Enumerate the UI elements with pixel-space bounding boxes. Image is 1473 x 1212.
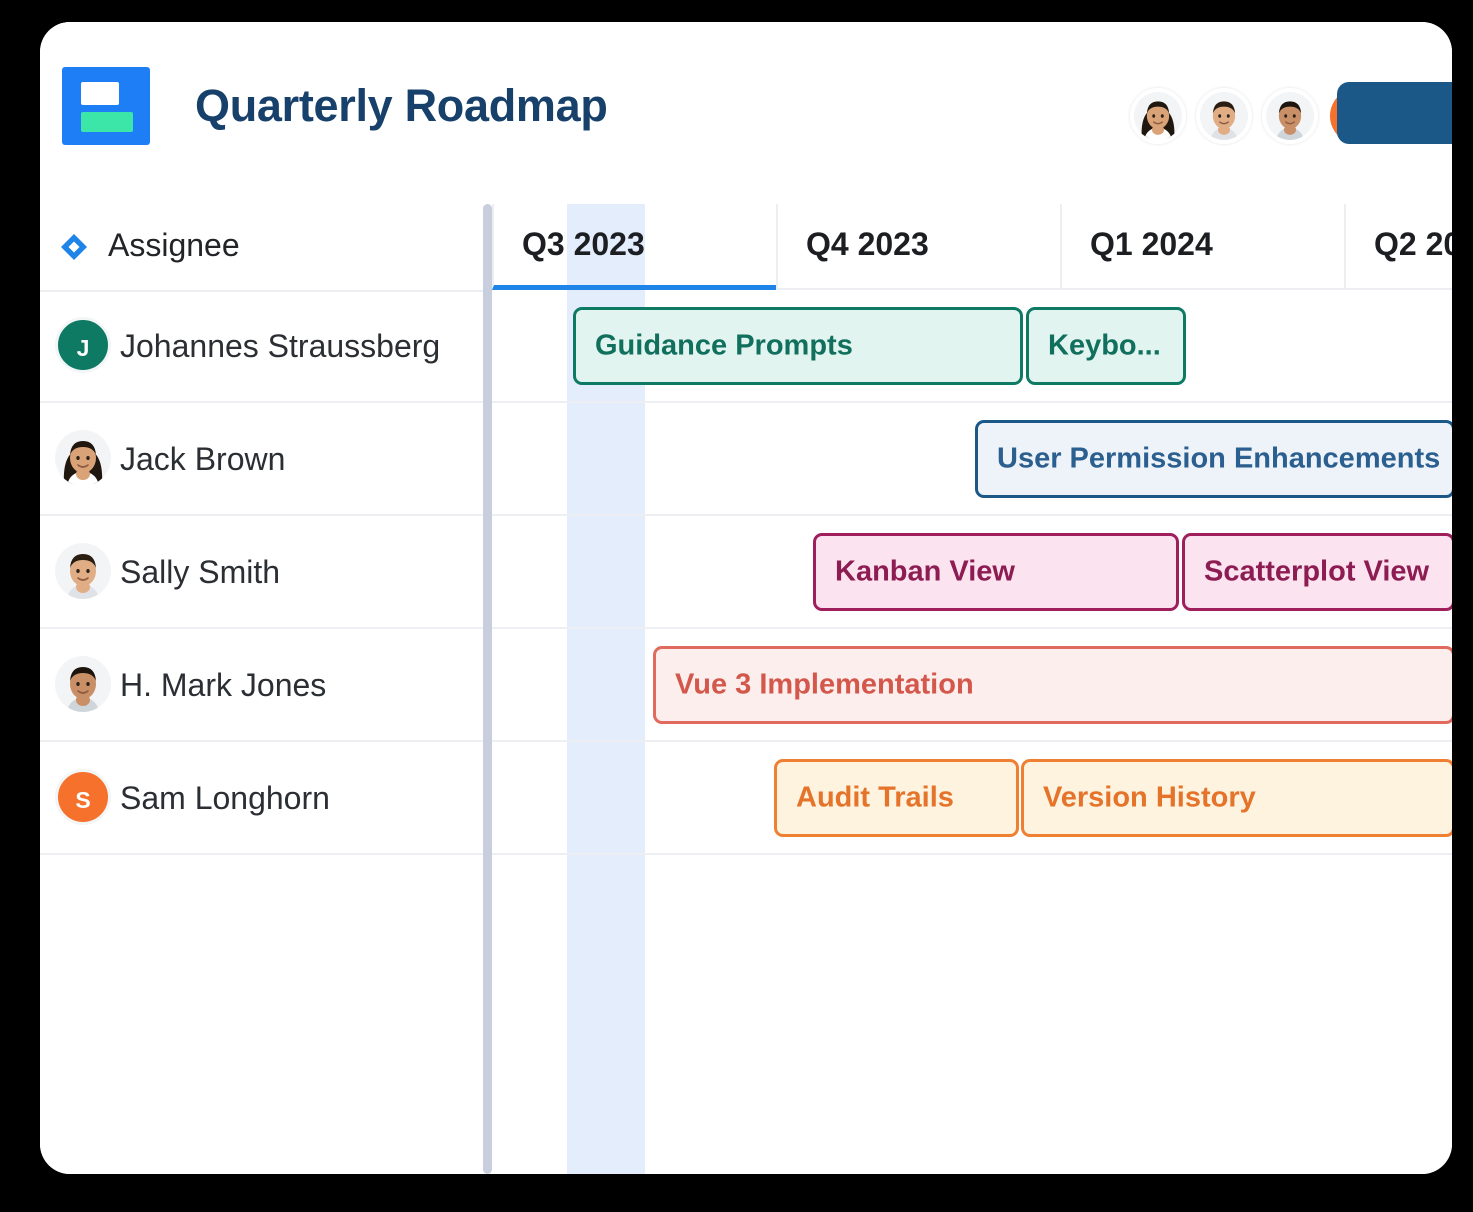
- table-row[interactable]: S Sam Longhorn Audit Trails Version History: [40, 742, 1452, 855]
- avatar[interactable]: [55, 656, 111, 712]
- avatar[interactable]: [55, 543, 111, 599]
- gantt-task-label: Audit Trails: [796, 781, 954, 814]
- device-bezel: Quarterly Roadmap S Assignee Q3 2023 Q4 2…: [0, 0, 1473, 1212]
- grid-header-row: Assignee Q3 2023 Q4 2023 Q1 2024 Q2 2024: [40, 204, 1452, 292]
- assignee-name: Jack Brown: [120, 441, 286, 477]
- avatar[interactable]: [1130, 88, 1186, 144]
- quarter-column-header[interactable]: Q1 2024: [1060, 204, 1344, 290]
- app-card: Quarterly Roadmap S Assignee Q3 2023 Q4 2…: [40, 22, 1452, 1174]
- avatar[interactable]: [55, 430, 111, 486]
- avatar[interactable]: J: [55, 317, 111, 373]
- grid-body: J Johannes Straussberg Guidance Prompts Key…: [40, 290, 1452, 1174]
- logo-bar-white: [81, 82, 119, 105]
- page-title: Quarterly Roadmap: [195, 80, 608, 131]
- logo-bar-green: [81, 112, 133, 132]
- quarter-column-header[interactable]: Q3 2023: [492, 204, 776, 290]
- avatar[interactable]: S: [55, 769, 111, 825]
- gantt-task-label: Version History: [1043, 781, 1256, 814]
- table-row[interactable]: Jack Brown User Permission Enhancements: [40, 403, 1452, 516]
- assignee-name: Sam Longhorn: [120, 780, 330, 816]
- assignee-cell[interactable]: H. Mark Jones: [40, 629, 483, 740]
- gantt-task-label: Kanban View: [835, 555, 1015, 588]
- assignee-cell[interactable]: S Sam Longhorn: [40, 742, 483, 853]
- app-logo-icon: [62, 67, 150, 145]
- gantt-task-bar[interactable]: Kanban View: [813, 533, 1179, 611]
- quarter-label: Q1 2024: [1090, 226, 1213, 262]
- gantt-task-bar[interactable]: User Permission Enhancements: [975, 420, 1452, 498]
- assignee-column-header[interactable]: Assignee: [40, 204, 483, 292]
- assignee-column-label: Assignee: [108, 227, 240, 263]
- assignee-cell[interactable]: J Johannes Straussberg: [40, 290, 483, 401]
- table-row[interactable]: Sally Smith Kanban View Scatterplot View: [40, 516, 1452, 629]
- quarter-label: Q2 2024: [1374, 226, 1452, 262]
- gantt-task-bar[interactable]: Vue 3 Implementation: [653, 646, 1452, 724]
- primary-action-button[interactable]: [1337, 82, 1452, 144]
- gantt-task-bar[interactable]: Scatterplot View: [1182, 533, 1452, 611]
- gantt-task-label: Vue 3 Implementation: [675, 668, 974, 701]
- gantt-grid: Assignee Q3 2023Q4 2023Q1 2024Q2 2024 JJ…: [40, 204, 1452, 1174]
- assignee-cell[interactable]: Sally Smith: [40, 516, 483, 627]
- gantt-task-label: Keybo...: [1048, 329, 1161, 362]
- quarter-column-header[interactable]: Q4 2023: [776, 204, 1060, 290]
- quarter-label: Q4 2023: [806, 226, 929, 262]
- assignee-name: Johannes Straussberg: [120, 328, 441, 364]
- assignee-name: H. Mark Jones: [120, 667, 327, 703]
- avatar[interactable]: [1262, 88, 1318, 144]
- gantt-task-bar[interactable]: Guidance Prompts: [573, 307, 1023, 385]
- gantt-task-label: User Permission Enhancements: [997, 442, 1441, 475]
- diamond-icon: [61, 234, 87, 260]
- gantt-task-label: Guidance Prompts: [595, 329, 853, 362]
- gantt-task-bar[interactable]: Keybo...: [1026, 307, 1186, 385]
- gantt-task-bar[interactable]: Version History: [1021, 759, 1452, 837]
- table-row[interactable]: J Johannes Straussberg Guidance Prompts Key…: [40, 290, 1452, 403]
- quarter-label: Q3 2023: [522, 226, 645, 262]
- assignee-cell[interactable]: Jack Brown: [40, 403, 483, 514]
- gantt-task-bar[interactable]: Audit Trails: [774, 759, 1019, 837]
- gantt-task-label: Scatterplot View: [1204, 555, 1430, 588]
- avatar[interactable]: [1196, 88, 1252, 144]
- table-row[interactable]: H. Mark Jones Vue 3 Implementation: [40, 629, 1452, 742]
- assignee-name: Sally Smith: [120, 554, 281, 590]
- quarter-column-header[interactable]: Q2 2024: [1344, 204, 1452, 290]
- horizontal-scroll-divider[interactable]: [483, 204, 492, 1174]
- app-header: Quarterly Roadmap S: [40, 22, 1452, 204]
